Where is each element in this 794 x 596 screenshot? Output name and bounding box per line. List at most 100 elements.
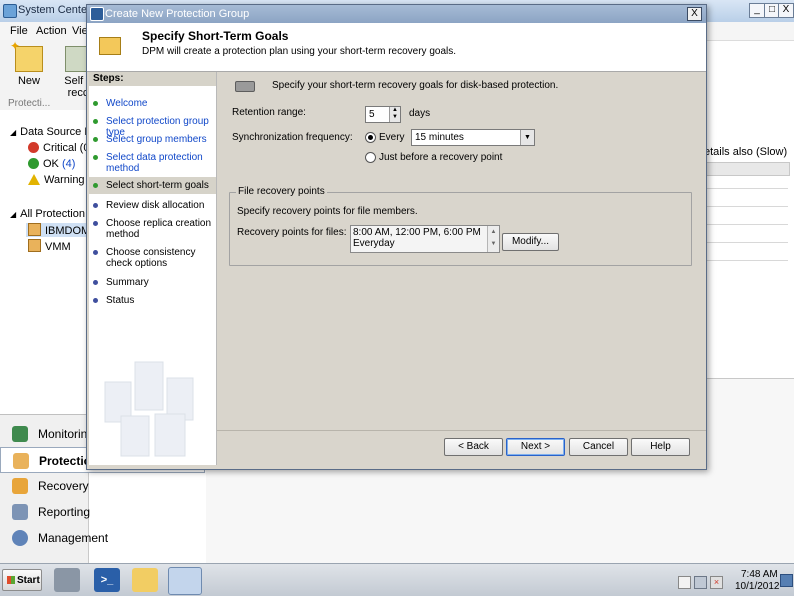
network-icon[interactable]: [694, 576, 707, 589]
step-select-group-members[interactable]: Select group members: [89, 134, 216, 146]
wizard-content: Specify your short-term recovery goals f…: [217, 72, 705, 432]
monitoring-icon: [12, 426, 28, 442]
explorer-folder-icon[interactable]: [132, 568, 158, 592]
tree-all-protection-groups[interactable]: ◢ All Protection G: [10, 208, 97, 220]
every-radio[interactable]: [365, 132, 376, 143]
windows-flag-icon: [7, 576, 15, 584]
chevron-down-icon[interactable]: ▼: [520, 130, 534, 145]
next-button[interactable]: Next >: [506, 438, 565, 456]
step-welcome[interactable]: Welcome: [89, 98, 216, 110]
create-protection-group-wizard: Create New Protection Group X Specify Sh…: [86, 4, 707, 470]
show-desktop-icon[interactable]: [780, 574, 793, 587]
page-description: DPM will create a protection plan using …: [142, 46, 457, 57]
minimize-button[interactable]: _: [749, 3, 765, 18]
recovery-icon: [12, 478, 28, 494]
spin-up-icon[interactable]: ▲: [389, 107, 400, 114]
file-recovery-points-desc: Specify recovery points for file members…: [237, 206, 418, 217]
protection-group-icon: [28, 223, 41, 236]
new-button[interactable]: New: [8, 39, 50, 94]
cancel-button[interactable]: Cancel: [569, 438, 628, 456]
recovery-points-schedule: Everyday: [353, 238, 395, 249]
ok-check-icon: [28, 158, 39, 169]
tree-warning[interactable]: Warning (: [28, 174, 91, 186]
menu-action[interactable]: Action: [36, 25, 67, 37]
tree-ok[interactable]: OK (4): [28, 158, 75, 170]
back-button[interactable]: < Back: [444, 438, 503, 456]
page-title: Specify Short-Term Goals: [142, 29, 289, 43]
step-pending-dot-icon: [93, 280, 98, 285]
disk-icon: [235, 81, 255, 92]
reporting-icon: [12, 504, 28, 520]
frequency-dropdown[interactable]: 15 minutes ▼: [411, 129, 535, 146]
dpm-console-taskbar-icon[interactable]: [168, 567, 202, 595]
help-button[interactable]: Help: [631, 438, 690, 456]
nav-recovery[interactable]: Recovery: [0, 473, 205, 499]
retention-range-spinner[interactable]: 5 ▲ ▼: [365, 106, 401, 123]
step-done-dot-icon: [93, 119, 98, 124]
management-gear-icon: [12, 530, 28, 546]
console-title: System Center: [18, 4, 91, 16]
wizard-header: Specify Short-Term Goals DPM will create…: [87, 23, 706, 72]
recovery-points-label: Recovery points for files:: [237, 227, 347, 238]
critical-icon: [28, 142, 39, 153]
frequency-value: 15 minutes: [415, 132, 464, 143]
spin-down-icon[interactable]: ▼: [389, 114, 400, 122]
before-recovery-point-label[interactable]: Just before a recovery point: [379, 152, 502, 163]
intro-text: Specify your short-term recovery goals f…: [272, 80, 559, 91]
recovery-points-list[interactable]: 8:00 AM, 12:00 PM, 6:00 PM Everyday ▲ ▼: [350, 225, 500, 253]
retention-range-value[interactable]: 5: [369, 109, 375, 120]
wizard-close-button[interactable]: X: [687, 7, 702, 21]
recovery-points-times: 8:00 AM, 12:00 PM, 6:00 PM: [353, 227, 481, 238]
workspace-switcher: Monitoring Protection Recovery Reporting…: [0, 414, 205, 564]
tree-critical[interactable]: Critical (0: [28, 142, 89, 154]
step-current-dot-icon: [93, 183, 98, 188]
every-radio-label[interactable]: Every: [379, 132, 405, 143]
step-pending-dot-icon: [93, 221, 98, 226]
step-done-dot-icon: [93, 101, 98, 106]
grid-row-divider: [704, 224, 788, 225]
nav-reporting[interactable]: Reporting: [0, 499, 205, 525]
collapse-triangle-icon[interactable]: ◢: [10, 128, 16, 137]
step-done-dot-icon: [93, 155, 98, 160]
start-button[interactable]: Start: [2, 569, 42, 591]
close-button[interactable]: X: [778, 3, 794, 18]
step-done-dot-icon: [93, 137, 98, 142]
tree-group-vmm[interactable]: VMM: [28, 239, 71, 253]
grid-header-row: [704, 162, 790, 176]
file-recovery-points-title: File recovery points: [236, 186, 327, 197]
collapse-triangle-icon[interactable]: ◢: [10, 210, 16, 219]
wizard-titlebar[interactable]: Create New Protection Group X: [87, 5, 706, 23]
volume-muted-icon[interactable]: ×: [710, 576, 723, 589]
action-center-flag-icon[interactable]: [678, 576, 691, 589]
grid-row-divider: [704, 242, 788, 243]
step-select-data-protection-method[interactable]: Select data protection method: [89, 152, 216, 176]
dpm-app-icon: [90, 7, 104, 21]
list-scrollbar[interactable]: ▲ ▼: [487, 226, 499, 252]
step-summary: Summary: [89, 277, 216, 289]
nav-management[interactable]: Management: [0, 525, 205, 551]
footer-divider: [217, 430, 706, 431]
clock-date[interactable]: 10/1/2012: [735, 581, 780, 592]
dpm-app-icon: [3, 4, 17, 18]
step-pending-dot-icon: [93, 203, 98, 208]
step-choose-consistency-check: Choose consistency check options: [89, 247, 216, 271]
tree-group-ibmdomi[interactable]: IBMDOMI: [26, 223, 96, 237]
warning-icon: [28, 174, 40, 185]
step-select-short-term-goals[interactable]: Select short-term goals: [89, 177, 216, 194]
details-column-header[interactable]: etails also (Slow): [704, 146, 788, 161]
step-status: Status: [89, 295, 216, 307]
wizard-steps-panel: Steps: Welcome Select protection group t…: [89, 72, 217, 465]
step-choose-replica-creation: Choose replica creation method: [89, 218, 216, 242]
before-recovery-point-radio[interactable]: [365, 152, 376, 163]
step-select-group-type[interactable]: Select protection group type: [89, 116, 216, 138]
powershell-icon[interactable]: >_: [94, 568, 120, 592]
step-review-disk-allocation: Review disk allocation: [89, 200, 216, 212]
step-pending-dot-icon: [93, 250, 98, 255]
modify-button[interactable]: Modify...: [502, 233, 559, 251]
retention-range-label: Retention range:: [232, 107, 306, 118]
file-recovery-points-group: File recovery points Specify recovery po…: [229, 186, 692, 266]
menu-file[interactable]: File: [10, 25, 28, 37]
clock-time[interactable]: 7:48 AM: [741, 569, 778, 580]
protection-icon: [13, 453, 29, 469]
server-manager-icon[interactable]: [54, 568, 80, 592]
